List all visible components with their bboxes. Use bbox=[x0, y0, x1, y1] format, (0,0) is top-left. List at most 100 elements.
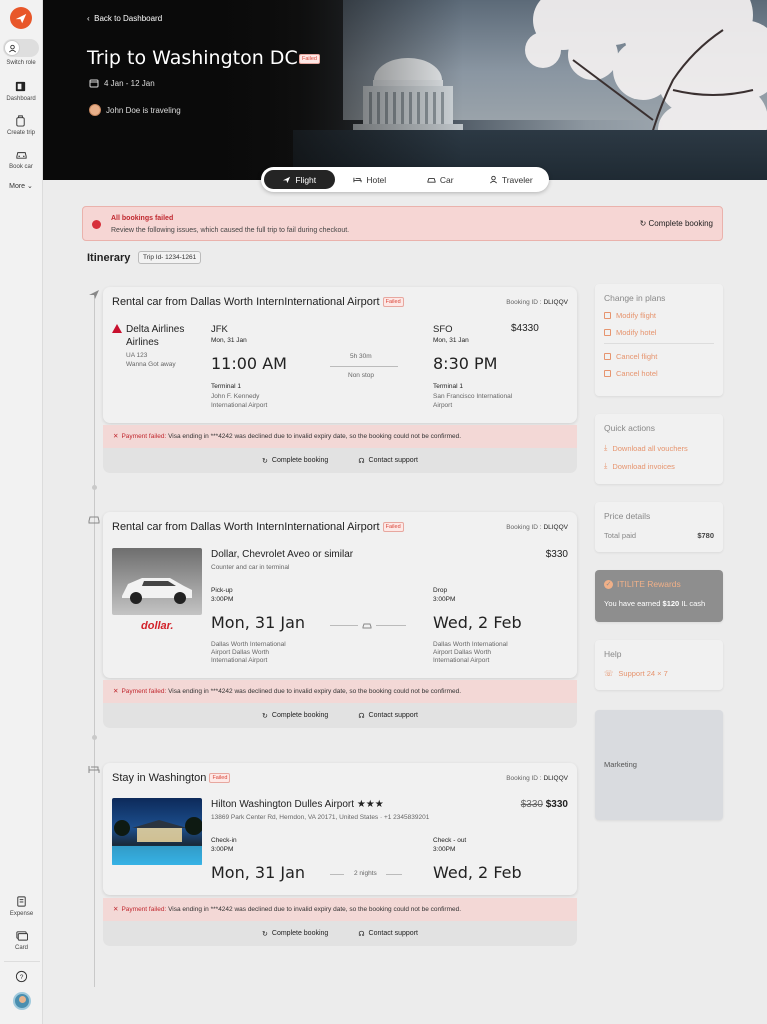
help-icon[interactable]: ? bbox=[15, 970, 28, 983]
plane-logo-icon bbox=[15, 13, 27, 24]
car-icon bbox=[15, 152, 27, 159]
flight-stops: Non stop bbox=[348, 372, 375, 379]
bed-icon bbox=[88, 766, 100, 773]
complete-booking-button[interactable]: ↻ Complete booking bbox=[262, 457, 328, 465]
tab-car[interactable]: Car bbox=[405, 170, 476, 189]
tab-hotel[interactable]: Hotel bbox=[335, 170, 406, 189]
avatar[interactable] bbox=[12, 992, 31, 1010]
booking-id-value: DLIQQV bbox=[543, 524, 568, 531]
car-icon bbox=[427, 178, 436, 183]
check-badge-icon: ✓ bbox=[604, 579, 613, 589]
sidebar-item-label: Dashboard bbox=[6, 96, 36, 102]
plane-icon bbox=[283, 176, 291, 184]
hotel-actions: ↻ Complete booking ☊ Contact support bbox=[103, 921, 577, 946]
car-title-text: Rental car from Dallas Worth InternInter… bbox=[112, 521, 380, 533]
timeline-dot bbox=[92, 485, 97, 490]
car-name: Dollar, Chevrolet Aveo or similar bbox=[211, 549, 354, 560]
pickup-label: Pick-up bbox=[211, 587, 233, 594]
flight-actions: ↻ Complete booking ☊ Contact support bbox=[103, 448, 577, 473]
sidebar-divider bbox=[3, 961, 40, 962]
complete-booking-button[interactable]: ↻ Complete booking bbox=[262, 930, 328, 938]
departure-time: 11:00 AM bbox=[211, 354, 287, 373]
flight-price: $4330 bbox=[511, 323, 539, 334]
download-vouchers-link[interactable]: ⤓ Download all vouchers bbox=[604, 443, 714, 453]
link-label: Download invoices bbox=[612, 461, 675, 471]
dollar-brand-logo: dollar. bbox=[141, 620, 174, 632]
sidebar-item-create-trip[interactable]: Create trip bbox=[7, 114, 35, 136]
close-icon: ✕ bbox=[113, 906, 119, 913]
cancel-hotel-link[interactable]: Cancel hotel bbox=[604, 369, 714, 378]
support-link[interactable]: ☏ Support 24 × 7 bbox=[604, 669, 714, 678]
contact-support-label: Contact support bbox=[368, 457, 418, 464]
modify-hotel-link[interactable]: Modify hotel bbox=[604, 328, 714, 337]
download-invoices-link[interactable]: ⤓ Download invoices bbox=[604, 461, 714, 471]
car-booking-card: Rental car from Dallas Worth InternInter… bbox=[103, 512, 577, 678]
hotel-name-text: Hilton Washington Dulles Airport bbox=[211, 799, 355, 810]
switch-role-toggle[interactable] bbox=[3, 39, 39, 57]
checkin-date: Mon, 31 Jan bbox=[211, 863, 306, 882]
flight-card-title: Rental car from Dallas Worth InternInter… bbox=[112, 296, 404, 308]
cancel-flight-link[interactable]: Cancel flight bbox=[604, 352, 714, 361]
car-icon bbox=[88, 516, 100, 524]
traveler-text: John Doe is traveling bbox=[106, 105, 181, 115]
dashboard-icon bbox=[16, 81, 26, 92]
sidebar-item-book-car[interactable]: Book car bbox=[9, 148, 33, 170]
contact-support-button[interactable]: ☊ Contact support bbox=[358, 930, 418, 938]
sidebar-item-expense[interactable]: Expense bbox=[10, 895, 33, 917]
tab-traveler[interactable]: Traveler bbox=[476, 170, 547, 189]
hotel-price: $330 $330 bbox=[521, 799, 568, 810]
headset-icon: ☊ bbox=[358, 457, 365, 465]
expense-icon bbox=[17, 896, 26, 907]
sidebar-item-card[interactable]: Card bbox=[15, 929, 28, 951]
tab-label: Hotel bbox=[366, 174, 387, 185]
contact-support-label: Contact support bbox=[368, 712, 418, 719]
route-line bbox=[376, 625, 406, 626]
complete-booking-button[interactable]: ↻ Complete booking bbox=[262, 712, 328, 720]
fare-type: Wanna Got away bbox=[126, 361, 176, 368]
headset-icon: ☊ bbox=[358, 930, 365, 938]
delta-logo-icon bbox=[112, 324, 122, 333]
payment-failed-label: Payment failed: bbox=[121, 433, 167, 440]
panel-title: Quick actions bbox=[604, 423, 656, 433]
status-badge: Failed bbox=[299, 54, 320, 64]
failure-alert: All bookings failed Review the following… bbox=[82, 206, 723, 241]
contact-support-button[interactable]: ☊ Contact support bbox=[358, 457, 418, 465]
panel-title: Change in plans bbox=[604, 293, 666, 303]
tab-label: Car bbox=[439, 174, 454, 185]
contact-support-button[interactable]: ☊ Contact support bbox=[358, 712, 418, 720]
tab-flight[interactable]: Flight bbox=[264, 170, 335, 189]
edit-icon bbox=[604, 329, 611, 336]
sidebar-item-label: Card bbox=[14, 945, 28, 951]
payment-error-text: Visa ending in ***4242 was declined due … bbox=[168, 688, 462, 695]
drop-label: Drop bbox=[433, 587, 448, 594]
route-line bbox=[386, 874, 402, 875]
route-line bbox=[330, 625, 358, 626]
app-logo[interactable] bbox=[10, 7, 32, 29]
card-icon bbox=[16, 931, 28, 941]
flight-duration: 5h 30m bbox=[350, 353, 372, 360]
hotel-title-text: Stay in Washington bbox=[112, 772, 207, 784]
route-line bbox=[330, 366, 398, 367]
support-icon: ☏ bbox=[604, 669, 614, 678]
more-menu[interactable]: More ⌄ bbox=[9, 182, 33, 190]
airline-name: Delta Airlines Airlines bbox=[126, 324, 185, 348]
back-to-dashboard-link[interactable]: ‹ Back to Dashboard bbox=[87, 14, 162, 23]
current-price: $330 bbox=[545, 799, 568, 810]
payment-error-text: Visa ending in ***4242 was declined due … bbox=[168, 906, 462, 913]
cancel-icon bbox=[604, 370, 611, 377]
marketing-panel[interactable]: Marketing bbox=[595, 710, 723, 820]
sidebar-item-dashboard[interactable]: Dashboard bbox=[6, 80, 36, 102]
itinerary-title: Itinerary bbox=[87, 252, 131, 264]
refresh-icon: ↻ bbox=[262, 930, 268, 938]
more-label: More bbox=[9, 183, 26, 190]
hotel-card-title: Stay in Washington Failed bbox=[112, 772, 231, 784]
payment-error-text: Visa ending in ***4242 was declined due … bbox=[168, 433, 462, 440]
refresh-icon: ↻ bbox=[639, 219, 647, 228]
hotel-name: Hilton Washington Dulles Airport ★★★ bbox=[211, 799, 384, 810]
close-icon: ✕ bbox=[113, 433, 119, 440]
origin-date: Mon, 31 Jan bbox=[211, 337, 247, 344]
modify-flight-link[interactable]: Modify flight bbox=[604, 311, 714, 320]
complete-booking-button[interactable]: ↻ Complete booking bbox=[640, 219, 713, 228]
download-icon: ⤓ bbox=[604, 443, 608, 452]
contact-support-label: Contact support bbox=[368, 930, 418, 937]
